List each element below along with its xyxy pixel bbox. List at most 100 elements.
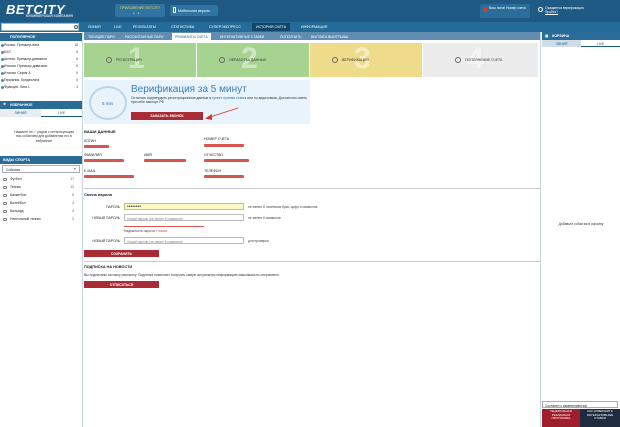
red-arrow-annotation xyxy=(205,107,239,120)
popular-item[interactable]: Италия. Серия А5 xyxy=(1,71,80,77)
sport-item[interactable]: Настольный теннис 2 xyxy=(3,217,80,223)
step-label: ОБРАБОТКА ДАННЫХ xyxy=(229,58,267,62)
patronymic-label: ОТЧЕСТВО xyxy=(204,153,224,157)
step-registration: 1 РЕГИСТРАЦИЯ xyxy=(84,42,196,77)
step-data-processing: 2 ОБРАБОТКА ДАННЫХ xyxy=(197,42,309,77)
step-deposit: 4 ПОПОЛНЕНИЕ СЧЕТА xyxy=(423,42,538,77)
flag-icon xyxy=(1,58,4,61)
tab-withdrawal[interactable]: ВЫПЛАТА ВЫИГРЫША xyxy=(308,33,351,40)
bet-slip-tab-live[interactable]: LIVE xyxy=(581,40,620,47)
tab-deposit[interactable]: ПОПОЛНИТЬ xyxy=(277,33,305,40)
current-password-label: ПАРОЛЬ xyxy=(106,205,120,209)
nav-live[interactable]: LIVE xyxy=(110,23,126,31)
bet-slip-tab-line[interactable]: ЛИНИЯ xyxy=(542,40,581,47)
sports-filter-select[interactable]: События xyxy=(2,165,80,173)
popular-item[interactable]: Россия. Премьер-лига 18 xyxy=(1,43,80,49)
mobile-version-button[interactable]: Мобильная версия xyxy=(170,5,218,16)
tab-settled-bets[interactable]: РАССЧИТАННЫЕ ПАРИ xyxy=(122,33,166,40)
sport-item[interactable]: Футбол 17 xyxy=(3,177,80,183)
repeat-password-input[interactable]: Новый пароль (не менее 6 символов) xyxy=(124,237,244,244)
popular-header[interactable]: ПОПУЛЯРНОЕ xyxy=(0,33,82,41)
betting-point-link[interactable]: пункте приема ставок xyxy=(212,96,246,100)
timer-label: 5 min xyxy=(102,101,114,106)
search-input[interactable] xyxy=(1,23,79,31)
phone-value-redacted xyxy=(204,175,244,178)
user-icon xyxy=(483,7,488,12)
chevron-down-icon: ▾ xyxy=(74,167,76,171)
mobile-phone-icon xyxy=(173,7,176,13)
password-strength: Надежность пароля: Низкая xyxy=(124,229,167,233)
tab-account-details[interactable]: РЕКВИЗИТЫ СЧЁТА xyxy=(172,33,211,40)
popular-item[interactable]: Англия. Премьер-дивизион 6 xyxy=(1,57,80,63)
step-verification: 3 ВЕРИФИКАЦИЯ xyxy=(310,42,422,77)
verification-link[interactable]: Пройти? xyxy=(545,10,618,14)
email-value-redacted xyxy=(84,175,134,178)
promo-banner[interactable]: ГЕНЕРАЛЬНАЯ РЕКЛАМНАЯ ПРОГРАММА xyxy=(542,409,580,427)
favorites-tab-line[interactable]: ЛИНИЯ xyxy=(0,109,41,117)
name-label: ИМЯ xyxy=(144,153,152,157)
star-icon: ★ xyxy=(3,102,7,106)
surname-label: ФАМИЛИЯ xyxy=(84,153,102,157)
nav-account-history[interactable]: ИСТОРИЯ СЧЁТА xyxy=(252,23,291,31)
nav-information[interactable]: ИНФОРМАЦИЯ xyxy=(297,23,331,31)
flag-icon xyxy=(1,72,4,75)
clock-icon xyxy=(538,7,543,12)
tab-interactive-bets[interactable]: ИНТЕРАКТИВНЫЕ СТАВКИ xyxy=(217,33,267,40)
sports-header: ВИДЫ СПОРТА xyxy=(0,156,82,164)
favorites-note: Нажмите на ☆ рядом с интересующим вас со… xyxy=(14,130,74,143)
login-label: ЛОГИН xyxy=(84,139,96,143)
nav-line[interactable]: ЛИНИЯ xyxy=(84,23,105,31)
name-value-redacted xyxy=(144,159,186,162)
sport-item[interactable]: Бильярд 3 xyxy=(3,209,80,215)
sport-item[interactable]: Волейбол 4 xyxy=(3,201,80,207)
divider xyxy=(84,261,540,262)
step-label: РЕГИСТРАЦИЯ xyxy=(116,58,142,62)
tab-current-bets[interactable]: ТЕКУЩИЕ ПАРИ xyxy=(85,33,118,40)
sidebar-divider xyxy=(82,32,83,427)
current-password-input[interactable]: •••••••• xyxy=(124,203,244,210)
search-icon[interactable] xyxy=(74,24,78,29)
tennis-icon xyxy=(3,185,7,189)
football-icon xyxy=(3,177,7,181)
current-password-hint: не менее 6 латинских букв, цифр и символ… xyxy=(248,205,318,209)
popular-item[interactable]: КХЛ 8 xyxy=(1,50,80,56)
right-divider xyxy=(540,32,541,427)
favorites-tab-live[interactable]: LIVE xyxy=(41,109,82,117)
email-label: E-MAIL xyxy=(84,169,96,173)
check-icon xyxy=(106,57,112,63)
promo-banner[interactable]: КАК СОВЕРШИТЬ ИНТЕРАКТИВНЫЕ СТАВКИ xyxy=(580,409,620,427)
phone-label: ТЕЛЕФОН xyxy=(204,169,222,173)
nav-statistics[interactable]: СТАТИСТИКА xyxy=(167,23,198,31)
account-value-redacted xyxy=(204,144,244,147)
nav-superexpress[interactable]: СУПЕРЭКСПРЕСС xyxy=(205,23,245,31)
verification-status[interactable]: Ожидается верификация. Пройти? xyxy=(536,4,618,18)
step-label: ВЕРИФИКАЦИЯ xyxy=(342,58,369,62)
bet-slip-header: ▣ КОРЗИНА xyxy=(542,32,620,40)
new-password-input[interactable]: Новый пароль (не менее 6 символов) xyxy=(124,214,244,221)
app-store-icons[interactable]: ● ● xyxy=(133,11,140,15)
clock-icon xyxy=(455,57,461,63)
unsubscribe-button[interactable]: ОТПИСАТЬСЯ xyxy=(84,281,159,288)
nav-results[interactable]: РЕЗУЛЬТАТЫ xyxy=(129,23,160,31)
flag-icon xyxy=(1,44,4,47)
table-tennis-icon xyxy=(3,217,7,221)
strength-value: Низкая xyxy=(156,229,168,233)
favorites-header[interactable]: ★ ИЗБРАННОЕ xyxy=(0,101,82,109)
popular-item[interactable]: Германия. Бундеслига 5 xyxy=(1,78,80,84)
flag-icon xyxy=(1,51,4,54)
left-sidebar xyxy=(0,32,82,427)
save-button[interactable]: СОХРАНИТЬ xyxy=(84,250,159,257)
popular-item[interactable]: Франция. Лига 13 xyxy=(1,85,80,91)
repeat-password-label: НОВЫЙ ПАРОЛЬ xyxy=(92,239,120,243)
sport-item[interactable]: Теннис 12 xyxy=(3,185,80,191)
strength-label: Надежность пароля: xyxy=(124,229,156,233)
odds-change-select[interactable]: Согласен с изменением кф. xyxy=(542,401,618,408)
login-value-redacted xyxy=(84,145,109,148)
popular-item[interactable]: Италия. Премьер-дивизион 6 xyxy=(1,64,80,70)
patronymic-value-redacted xyxy=(204,159,249,162)
step-label: ПОПОЛНЕНИЕ СЧЕТА xyxy=(465,58,503,62)
sport-item[interactable]: Баскетбол 5 xyxy=(3,193,80,199)
flag-icon xyxy=(1,65,4,68)
check-icon xyxy=(219,57,225,63)
billiards-icon xyxy=(3,209,7,213)
